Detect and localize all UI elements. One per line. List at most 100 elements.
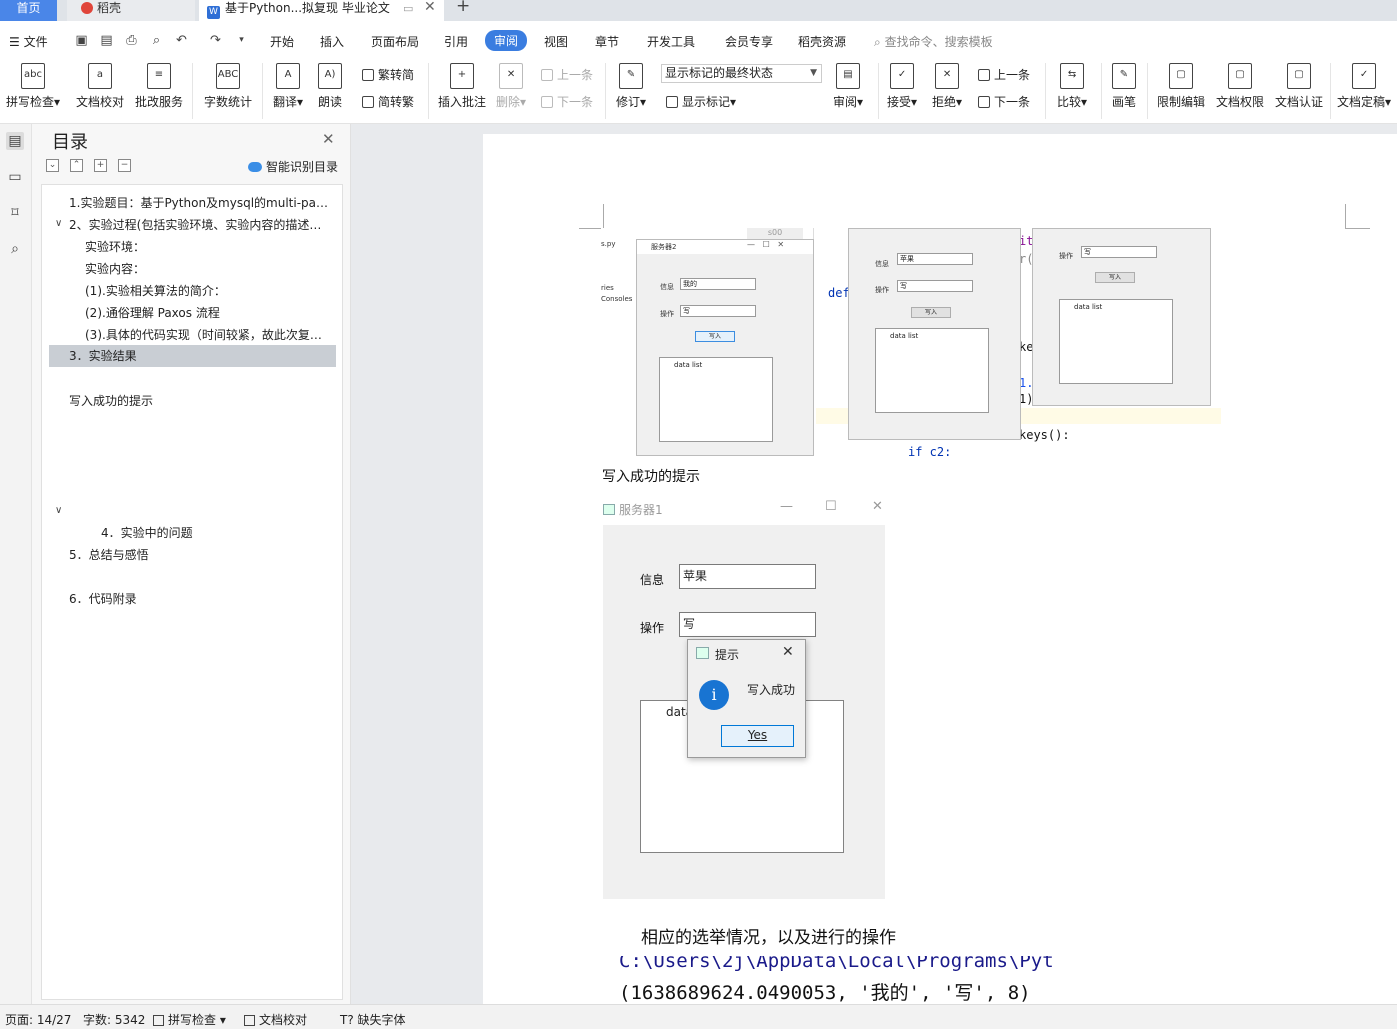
- new-tab-button[interactable]: +: [456, 0, 470, 19]
- mini-op-label: 操作: [660, 310, 674, 318]
- toc-item-1[interactable]: 1.实验题目：基于Python及mysql的multi-paxos...: [69, 194, 329, 211]
- revise-service-button[interactable]: ≡ 批改服务: [135, 63, 183, 110]
- toc-item-5[interactable]: 5．总结与感悟: [69, 546, 329, 563]
- to-traditional-icon: [362, 96, 374, 108]
- collapse-all-icon[interactable]: ⌃: [70, 159, 83, 172]
- accept-button[interactable]: ✓ 接受▾: [887, 63, 917, 110]
- toc-title: 目录: [52, 132, 88, 153]
- toc-item-code[interactable]: (3).具体的代码实现（时间较紧，故此次复现...: [85, 326, 325, 343]
- reject-button[interactable]: ✕ 拒绝▾: [932, 63, 962, 110]
- redo-icon[interactable]: ↷: [208, 33, 223, 48]
- word-count-indicator[interactable]: 字数: 5342: [83, 1011, 145, 1028]
- toc-item-paxos[interactable]: (2).通俗理解 Paxos 流程: [85, 304, 325, 321]
- close-icon[interactable]: ✕: [322, 130, 335, 148]
- spell-check-button[interactable]: abc 拼写检查▾: [6, 63, 60, 110]
- expand-all-icon[interactable]: ⌄: [46, 159, 59, 172]
- pin-icon[interactable]: ▭: [403, 0, 413, 17]
- next-change-icon: [978, 96, 990, 108]
- toc-item-2[interactable]: 2、实验过程(包括实验环境、实验内容的描述、...: [69, 216, 329, 233]
- doc-certify-button[interactable]: ▢ 文档认证: [1275, 63, 1323, 110]
- tab-home[interactable]: 首页: [0, 0, 57, 21]
- yes-button[interactable]: Yes: [721, 725, 794, 747]
- save-icon[interactable]: ▣: [74, 33, 89, 48]
- menu-docer-resources[interactable]: 稻壳资源: [798, 33, 846, 50]
- bookmark-icon[interactable]: ⌑: [6, 204, 24, 222]
- chapter-nav-icon[interactable]: ▭: [6, 168, 24, 186]
- insert-comment-button[interactable]: + 插入批注: [438, 63, 486, 110]
- menu-chapter[interactable]: 章节: [595, 33, 619, 50]
- to-simplified-button[interactable]: 繁转简: [362, 66, 414, 83]
- to-traditional-button[interactable]: 简转繁: [362, 93, 414, 110]
- status-missing-font[interactable]: T? 缺失字体: [340, 1011, 406, 1028]
- smart-toc-button[interactable]: 智能识别目录: [248, 158, 338, 175]
- toc-item-6[interactable]: 6．代码附录: [69, 590, 329, 607]
- next-change-button[interactable]: 下一条: [978, 93, 1030, 110]
- show-markup-button[interactable]: 显示标记▾: [666, 93, 736, 110]
- margin-corner-mark: [1345, 204, 1370, 229]
- menu-review[interactable]: 审阅: [485, 30, 528, 51]
- ink-button[interactable]: ✎ 画笔: [1112, 63, 1136, 110]
- read-aloud-button[interactable]: A) 朗读: [318, 63, 342, 110]
- command-search[interactable]: ⌕ 查找命令、搜索模板: [874, 33, 993, 50]
- ribbon-divider: [192, 63, 193, 119]
- ribbon-divider: [1101, 63, 1102, 119]
- revise-service-label: 批改服务: [135, 95, 184, 109]
- word-count-button[interactable]: ABC 字数统计: [204, 63, 252, 110]
- menu-member[interactable]: 会员专享: [725, 33, 773, 50]
- menu-insert[interactable]: 插入: [320, 33, 344, 50]
- tab-document[interactable]: W 基于Python...拟复现 毕业论文 ▭ ✕: [199, 0, 444, 21]
- search-icon[interactable]: ⌕: [6, 240, 24, 258]
- doc-permission-button[interactable]: ▢ 文档权限: [1216, 63, 1264, 110]
- customize-quickbar-icon[interactable]: ▾: [234, 33, 249, 48]
- toc-item-content[interactable]: 实验内容：: [85, 260, 325, 277]
- menu-view[interactable]: 视图: [544, 33, 568, 50]
- menu-dev-tools[interactable]: 开发工具: [647, 33, 695, 50]
- mini-data-list-header: data list: [1074, 303, 1103, 311]
- toc-item-algo[interactable]: (1).实验相关算法的简介：: [85, 282, 325, 299]
- dialog-title: 提示: [715, 648, 740, 662]
- reject-label: 拒绝: [932, 95, 957, 109]
- toc-item-3-selected[interactable]: 3．实验结果: [49, 345, 336, 367]
- toc-item-env[interactable]: 实验环境：: [85, 238, 325, 255]
- add-heading-icon[interactable]: +: [94, 159, 107, 172]
- doc-proof-button[interactable]: a 文档校对: [76, 63, 124, 110]
- translate-button[interactable]: A 翻译▾: [273, 63, 303, 110]
- menu-references[interactable]: 引用: [444, 33, 468, 50]
- compare-button[interactable]: ⇆ 比较▾: [1057, 63, 1087, 110]
- code-fragment: if c2:: [908, 445, 952, 456]
- review-ribbon: abc 拼写检查▾ a 文档校对 ≡ 批改服务 ABC 字数统计 A 翻译▾ A) 朗读 繁…: [0, 59, 1397, 124]
- chevron-down-icon[interactable]: ∨: [55, 218, 62, 229]
- page-indicator[interactable]: 页面: 14/27: [5, 1011, 71, 1028]
- file-menu-label: 文件: [23, 35, 48, 49]
- delete-comment-button[interactable]: ✕ 删除▾: [496, 63, 526, 110]
- markup-state-select[interactable]: 显示标记的最终状态 ▼: [661, 64, 822, 83]
- status-spell-check[interactable]: 拼写检查 ▾: [153, 1011, 226, 1028]
- review-pane-button[interactable]: ▤ 审阅▾: [833, 63, 863, 110]
- close-tab-icon[interactable]: ✕: [424, 0, 436, 16]
- undo-icon[interactable]: ↶: [174, 33, 189, 48]
- mini-op-input: 写: [897, 280, 973, 292]
- prev-comment-button[interactable]: 上一条: [541, 66, 593, 83]
- track-changes-button[interactable]: ✎ 修订▾: [616, 63, 646, 110]
- toc-item-4[interactable]: 4．实验中的问题: [101, 524, 321, 541]
- mini-info-label: 信息: [875, 260, 889, 268]
- toc-item-write-success[interactable]: 写入成功的提示: [69, 392, 329, 409]
- status-doc-proof[interactable]: 文档校对: [244, 1011, 307, 1028]
- prev-change-button[interactable]: 上一条: [978, 66, 1030, 83]
- document-page[interactable]: s.py ries Consoles s00 def it r( ke 1. 1…: [483, 134, 1397, 1004]
- doc-finalize-button[interactable]: ✓ 文档定稿▾: [1337, 63, 1391, 110]
- restrict-edit-button[interactable]: ▢ 限制编辑: [1157, 63, 1205, 110]
- close-icon[interactable]: ✕: [782, 644, 794, 660]
- menu-page-layout[interactable]: 页面布局: [371, 33, 419, 50]
- remove-heading-icon[interactable]: −: [118, 159, 131, 172]
- doc-permission-icon: ▢: [1228, 63, 1252, 89]
- chevron-down-icon[interactable]: ∨: [55, 505, 62, 516]
- next-comment-button[interactable]: 下一条: [541, 93, 593, 110]
- file-menu[interactable]: ☰ 文件: [9, 33, 48, 50]
- print-icon[interactable]: ⎙: [124, 33, 139, 48]
- toc-panel-icon[interactable]: ▤: [6, 132, 24, 150]
- tab-docer[interactable]: 稻壳: [67, 0, 195, 21]
- print-preview-icon[interactable]: ⌕: [149, 33, 164, 48]
- menu-start[interactable]: 开始: [270, 33, 294, 50]
- export-pdf-icon[interactable]: ▤: [99, 33, 114, 48]
